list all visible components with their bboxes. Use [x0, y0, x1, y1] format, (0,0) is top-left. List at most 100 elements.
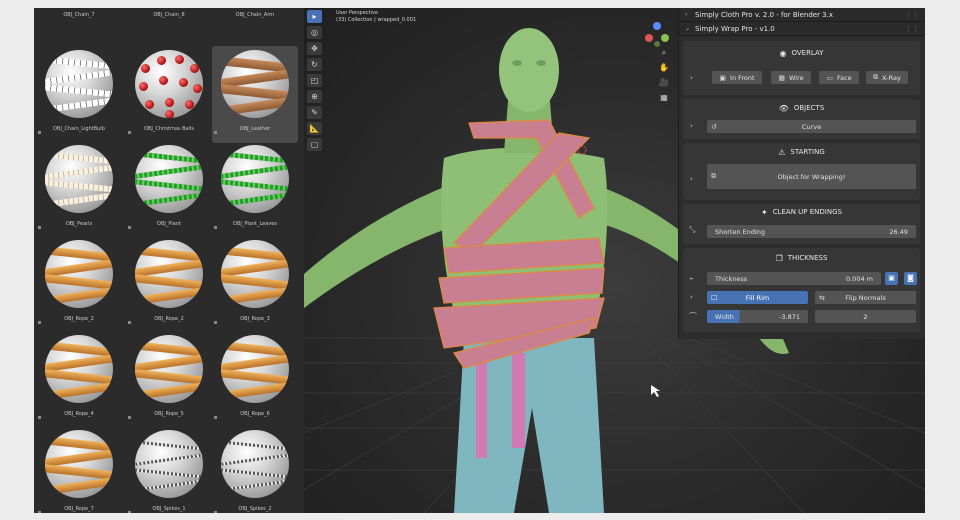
rope-band: [135, 286, 203, 306]
asset-tile[interactable]: OBJ_Chain_8: [126, 8, 212, 29]
ornament-ball: [141, 64, 150, 73]
asset-tile[interactable]: OBJ_Chain_Arm: [212, 8, 298, 29]
asset-preview: [221, 145, 289, 213]
thickness-field[interactable]: Thickness 0.004 m: [707, 272, 881, 285]
asset-tile[interactable]: OBJ_Rope_3: [212, 236, 298, 333]
add-cube-tool-icon[interactable]: ▢: [307, 138, 322, 151]
ornament-ball: [145, 100, 154, 109]
wire-icon: ▦: [778, 73, 785, 82]
asset-tile[interactable]: OBJ_Chain_7: [36, 8, 122, 29]
expand-arrow-icon[interactable]: ›: [690, 175, 693, 183]
camera-icon[interactable]: 🎥: [659, 75, 669, 90]
asset-label: OBJ_Rope_2: [154, 316, 184, 322]
pearl-band: [45, 191, 113, 209]
viewport-nav-icons: ⌕ ✋ 🎥 ▦: [659, 45, 669, 105]
asset-label: OBJ_Spikes_2: [238, 506, 272, 512]
wire-button[interactable]: ▦ Wire: [771, 71, 811, 84]
viewport-info: User Perspective (33) Collection | wrapp…: [336, 10, 416, 24]
object-for-wrapping-button[interactable]: ⧉ Object for Wrapping!: [707, 164, 916, 189]
leather-band: [221, 96, 289, 117]
transform-tool-icon[interactable]: ⊕: [307, 90, 322, 103]
wire-band: [135, 452, 203, 467]
viewport-toolbar: ▸ ◎ ✥ ↻ ◰ ⊕ ✎ 📐 ▢: [307, 10, 323, 154]
drag-grip-icon[interactable]: ⋮⋮: [905, 25, 919, 33]
face-button[interactable]: ▭ Face: [819, 71, 859, 84]
asset-tile[interactable]: OBJ_Plant_Leaves: [212, 141, 298, 238]
cloth-panel-header[interactable]: › Simply Cloth Pro v. 2.0 - for Blender …: [679, 8, 925, 22]
asset-tile[interactable]: OBJ_Rope_4: [36, 331, 122, 428]
zoom-icon[interactable]: ⌕: [659, 45, 669, 60]
asset-preview: [135, 430, 203, 498]
drag-grip-icon[interactable]: ⋮⋮: [905, 11, 919, 19]
chevron-right-icon: ›: [685, 11, 688, 18]
asset-tile[interactable]: OBJ_Rope_2: [36, 236, 122, 333]
overlay-title: ◉ OVERLAY: [779, 48, 824, 58]
wrap-panel-header[interactable]: ⌄ Simply Wrap Pro - v1.0 ⋮⋮: [679, 22, 925, 36]
asset-label: OBJ_Plant_Leaves: [233, 221, 277, 227]
objects-title: 👁 OBJECTS: [778, 103, 825, 113]
asset-tile[interactable]: OBJ_Spikes_1: [126, 426, 212, 513]
asset-preview: [45, 335, 113, 403]
in-front-button[interactable]: ▣ In Front: [712, 71, 762, 84]
cleanup-title: ✦ CLEAN UP ENDINGS: [761, 207, 842, 217]
asset-label: OBJ_Chain_LightBulb: [53, 126, 105, 132]
pearl-band: [45, 163, 113, 181]
asset-tile[interactable]: OBJ_Chain_LightBulb: [36, 46, 122, 143]
fill-rim-toggle[interactable]: ☐ Fill Rim: [707, 291, 808, 304]
asset-tile[interactable]: OBJ_Rope_7: [36, 426, 122, 513]
scale-tool-icon[interactable]: ◰: [307, 74, 322, 87]
asset-tile[interactable]: OBJ_Pearls: [36, 141, 122, 238]
asset-label: OBJ_Plant: [157, 221, 181, 227]
asset-preview: [135, 335, 203, 403]
expand-arrow-icon[interactable]: ›: [690, 293, 693, 301]
move-tool-icon[interactable]: ✥: [307, 42, 322, 55]
count-field[interactable]: 2: [815, 310, 916, 323]
curve-field[interactable]: ↺ Curve: [707, 120, 916, 133]
rope-band: [221, 286, 289, 306]
rotate-tool-icon[interactable]: ↻: [307, 58, 322, 71]
measure-tool-icon[interactable]: 📐: [307, 122, 322, 135]
asset-tile[interactable]: OBJ_Spikes_2: [212, 426, 298, 513]
width-field[interactable]: Width -3.871: [707, 310, 808, 323]
asset-label: OBJ_Rope_7: [64, 506, 94, 512]
overlay-icon: ◉: [779, 48, 787, 58]
rope-band: [221, 381, 289, 401]
asset-label: OBJ_Rope_4: [64, 411, 94, 417]
select-tool-icon[interactable]: ▸: [307, 10, 322, 23]
plant-band: [221, 178, 289, 193]
asset-preview: [45, 50, 113, 118]
collection-label: (33) Collection | wrapped_0.001: [336, 17, 417, 23]
asset-label: OBJ_Chain_Arm: [235, 12, 275, 18]
asset-preview: [221, 430, 289, 498]
asset-tile[interactable]: OBJ_Rope_5: [126, 331, 212, 428]
expand-arrow-icon[interactable]: ›: [690, 74, 693, 82]
starting-title: ⚠ STARTING: [778, 147, 825, 157]
grid-view-icon[interactable]: ▦: [659, 90, 669, 105]
pan-hand-icon[interactable]: ✋: [659, 60, 669, 75]
asset-label: OBJ_Chain_7: [63, 12, 95, 18]
annotate-tool-icon[interactable]: ✎: [307, 106, 322, 119]
cursor-tool-icon[interactable]: ◎: [307, 26, 322, 39]
ornament-ball: [157, 56, 166, 65]
asset-tile[interactable]: OBJ_Christmas Balls: [126, 46, 212, 143]
display-toggle-icon[interactable]: ▣: [885, 272, 898, 285]
camera-toggle-icon[interactable]: ◙: [904, 272, 917, 285]
flip-normals-button[interactable]: ⇆ Flip Normals: [815, 291, 916, 304]
ornament-ball: [139, 82, 148, 91]
asset-tile[interactable]: OBJ_Rope_2: [126, 236, 212, 333]
thickness-icon: ⌁: [689, 274, 694, 283]
x-ray-button[interactable]: ⧉ X-Ray: [866, 71, 908, 84]
view-mode-label: User Perspective: [336, 10, 378, 16]
asset-tile[interactable]: OBJ_Leather: [212, 46, 298, 143]
asset-tile[interactable]: OBJ_Plant: [126, 141, 212, 238]
wire-band: [221, 478, 289, 493]
plant-band: [135, 163, 203, 180]
expand-arrow-icon[interactable]: ›: [690, 122, 693, 130]
asset-preview: [135, 145, 203, 213]
warning-icon: ⚠: [778, 147, 786, 157]
plant-band: [135, 178, 203, 193]
asset-tile[interactable]: OBJ_Rope_6: [212, 331, 298, 428]
wrap-object-icon: ⧉: [711, 172, 716, 180]
shorten-ending-field[interactable]: Shorten Ending 26.49: [707, 225, 916, 238]
asset-label: OBJ_Christmas Balls: [143, 126, 195, 132]
